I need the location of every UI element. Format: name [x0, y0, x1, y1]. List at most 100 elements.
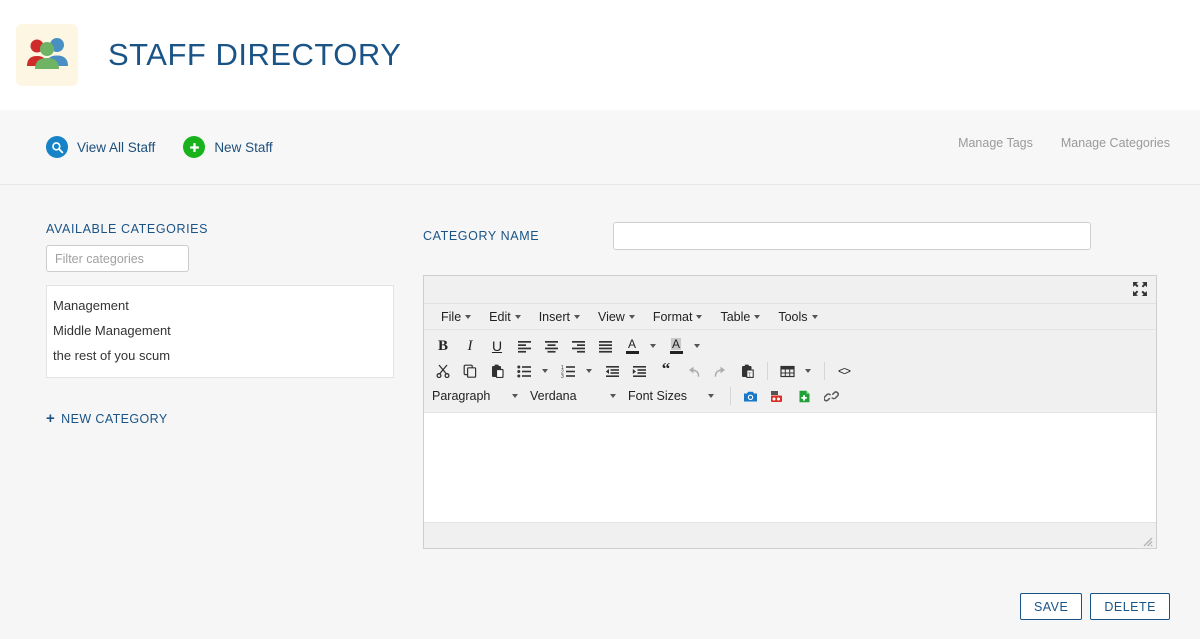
- background-color-chevron-down-icon[interactable]: [690, 335, 704, 357]
- editor-toolbar-row-1: B I U A A: [430, 334, 1150, 358]
- nav-new-staff[interactable]: New Staff: [183, 136, 273, 158]
- save-button[interactable]: SAVE: [1019, 593, 1083, 620]
- block-format-select[interactable]: Paragraph: [430, 385, 522, 407]
- align-center-icon[interactable]: [538, 335, 564, 357]
- editor-topbar: [424, 276, 1156, 304]
- redo-icon[interactable]: [707, 360, 733, 382]
- delete-button[interactable]: DELETE: [1090, 593, 1170, 620]
- editor-menu-file[interactable]: File: [432, 306, 480, 328]
- blockquote-icon[interactable]: “: [653, 359, 679, 382]
- editor-menu-table-label: Table: [720, 309, 751, 324]
- underline-icon[interactable]: U: [484, 335, 510, 357]
- align-justify-icon[interactable]: [592, 335, 618, 357]
- numbered-list-icon[interactable]: 1 2 3: [555, 360, 581, 382]
- font-family-value: Verdana: [530, 389, 577, 403]
- available-categories-heading: AVAILABLE CATEGORIES: [46, 222, 209, 236]
- chevron-down-icon: [573, 314, 580, 319]
- text-color-icon[interactable]: A: [619, 335, 645, 357]
- outdent-icon[interactable]: [599, 360, 625, 382]
- nav-primary-actions: View All Staff New Staff: [46, 136, 273, 158]
- editor-menu-file-label: File: [441, 309, 462, 324]
- editor-menu-format-label: Format: [652, 309, 693, 324]
- editor-content-area[interactable]: [424, 412, 1156, 522]
- category-name-label: CATEGORY NAME: [423, 229, 540, 243]
- table-chevron-down-icon[interactable]: [801, 360, 815, 382]
- nav-view-all-staff[interactable]: View All Staff: [46, 136, 155, 158]
- nav-manage-categories[interactable]: Manage Categories: [1061, 136, 1170, 150]
- editor-status-bar: [424, 522, 1156, 548]
- editor-menubar: File Edit Insert View Format Table Tools: [424, 304, 1156, 330]
- bullet-list-icon[interactable]: [511, 360, 537, 382]
- editor-toolbar: B I U A A 1 2 3 “ T <> Paragraph Verdana…: [424, 330, 1156, 412]
- chevron-down-icon: [465, 314, 472, 319]
- page-title: STAFF DIRECTORY: [108, 37, 402, 72]
- text-color-chevron-down-icon[interactable]: [646, 335, 660, 357]
- editor-menu-view-label: View: [597, 309, 625, 324]
- chevron-down-icon: [754, 314, 761, 319]
- table-icon[interactable]: [774, 360, 800, 382]
- nav-new-staff-label: New Staff: [214, 139, 273, 155]
- numbered-list-chevron-down-icon[interactable]: [582, 360, 596, 382]
- plus-icon: +: [46, 410, 56, 427]
- toolbar-separator: [824, 362, 825, 380]
- plus-circle-icon: [183, 136, 206, 158]
- svg-text:T: T: [748, 372, 752, 378]
- chevron-down-icon: [708, 394, 714, 398]
- toolbar-separator: [767, 362, 768, 380]
- chevron-down-icon: [628, 314, 635, 319]
- rich-text-editor: File Edit Insert View Format Table Tools…: [423, 275, 1157, 549]
- insert-link-icon[interactable]: [818, 385, 844, 407]
- cut-icon[interactable]: [430, 360, 456, 382]
- bullet-list-chevron-down-icon[interactable]: [538, 360, 552, 382]
- source-code-icon[interactable]: <>: [831, 360, 857, 382]
- toolbar-separator: [730, 387, 731, 405]
- editor-menu-insert-label: Insert: [538, 309, 570, 324]
- nav-view-all-staff-label: View All Staff: [77, 139, 156, 155]
- editor-menu-view[interactable]: View: [589, 306, 644, 328]
- action-nav-bar: View All Staff New Staff Manage Tags Man…: [0, 110, 1200, 185]
- list-item[interactable]: Middle Management: [47, 318, 393, 343]
- editor-menu-format[interactable]: Format: [644, 306, 712, 328]
- editor-menu-tools[interactable]: Tools: [769, 306, 826, 328]
- italic-icon[interactable]: I: [457, 335, 483, 357]
- list-item[interactable]: the rest of you scum: [47, 343, 393, 368]
- nav-secondary-actions: Manage Tags Manage Categories: [958, 136, 1170, 150]
- font-family-select[interactable]: Verdana: [528, 385, 620, 407]
- filter-categories-input[interactable]: [46, 245, 189, 272]
- chevron-down-icon: [696, 314, 703, 319]
- paste-icon[interactable]: [484, 360, 510, 382]
- svg-text:3: 3: [561, 374, 564, 378]
- editor-menu-table[interactable]: Table: [711, 306, 769, 328]
- indent-icon[interactable]: [626, 360, 652, 382]
- main-content: AVAILABLE CATEGORIES Management Middle M…: [0, 186, 1200, 639]
- category-name-input[interactable]: [613, 222, 1091, 250]
- editor-menu-tools-label: Tools: [778, 309, 808, 324]
- list-item[interactable]: Management: [47, 293, 393, 318]
- chevron-down-icon: [811, 314, 818, 319]
- font-size-value: Font Sizes: [628, 389, 688, 403]
- insert-image-icon[interactable]: [737, 385, 763, 407]
- category-editor-panel: CATEGORY NAME File Edit Insert View Form…: [423, 222, 1157, 549]
- background-color-swatch: [669, 351, 683, 354]
- chevron-down-icon: [514, 314, 521, 319]
- copy-icon[interactable]: [457, 360, 483, 382]
- editor-menu-edit-label: Edit: [489, 309, 511, 324]
- editor-menu-edit[interactable]: Edit: [480, 306, 530, 328]
- background-color-icon[interactable]: A: [663, 335, 689, 357]
- resize-grip-icon[interactable]: [1142, 534, 1153, 547]
- insert-video-icon[interactable]: [764, 385, 790, 407]
- align-right-icon[interactable]: [565, 335, 591, 357]
- people-group-icon: [16, 24, 78, 86]
- editor-toolbar-row-3: Paragraph Verdana Font Sizes: [430, 384, 1150, 408]
- undo-icon[interactable]: [680, 360, 706, 382]
- insert-file-icon[interactable]: [791, 385, 817, 407]
- new-category-button[interactable]: + NEW CATEGORY: [46, 411, 394, 426]
- fullscreen-expand-icon[interactable]: [1132, 281, 1148, 297]
- align-left-icon[interactable]: [511, 335, 537, 357]
- editor-menu-insert[interactable]: Insert: [530, 306, 589, 328]
- form-actions: SAVE DELETE: [1019, 593, 1170, 620]
- bold-icon[interactable]: B: [430, 335, 456, 357]
- font-size-select[interactable]: Font Sizes: [626, 385, 718, 407]
- paste-as-text-icon[interactable]: T: [734, 360, 760, 382]
- nav-manage-tags[interactable]: Manage Tags: [958, 136, 1033, 150]
